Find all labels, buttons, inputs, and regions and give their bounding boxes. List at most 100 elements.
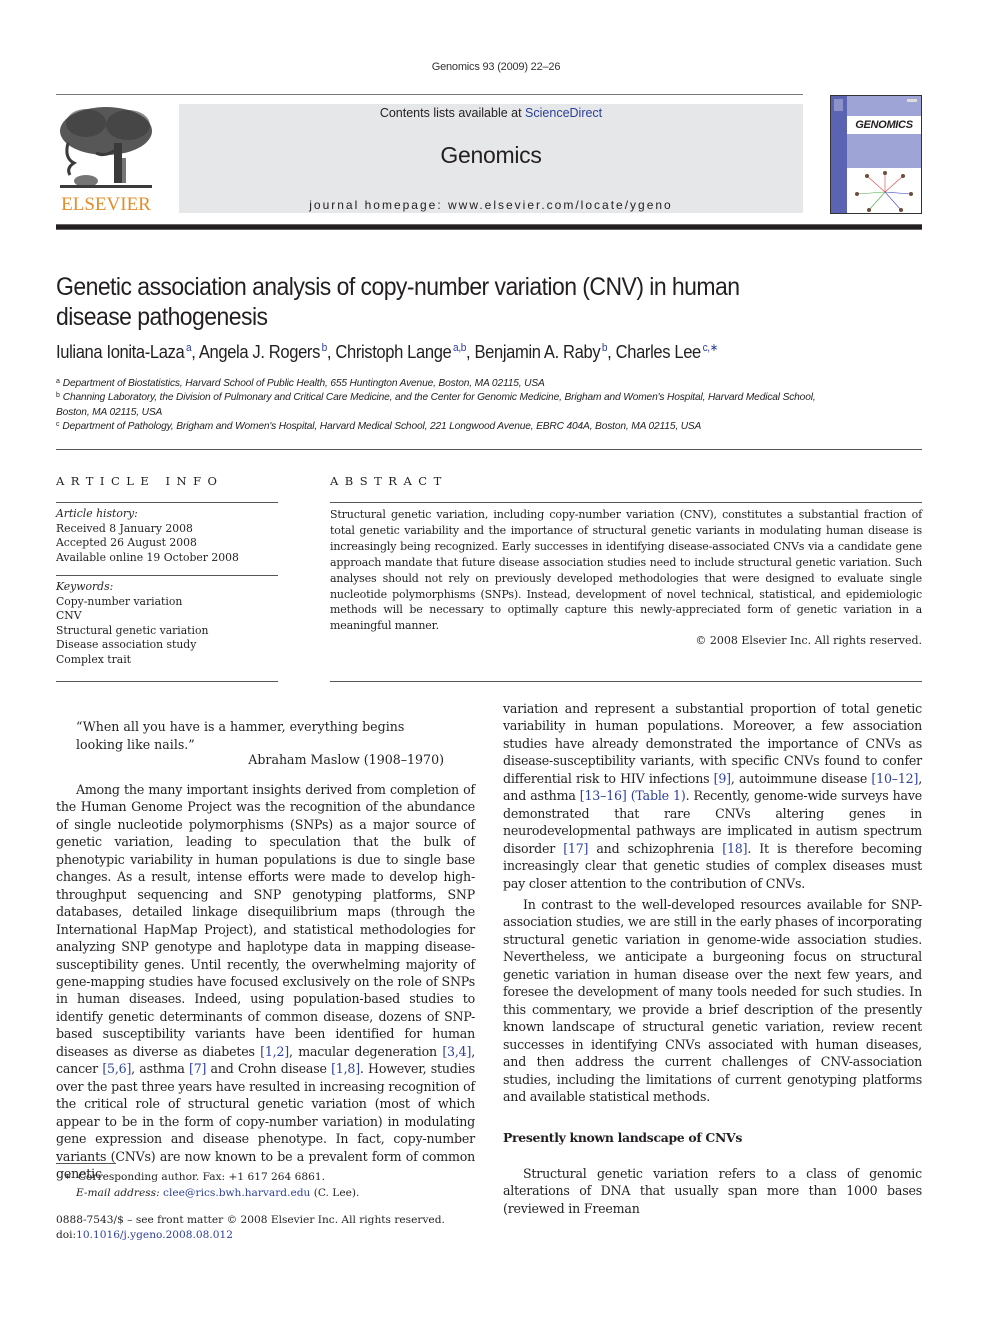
citation-link[interactable]: (Table 1) [631, 788, 686, 803]
epigraph-attribution: Abraham Maslow (1908–1970) [248, 752, 444, 767]
journal-homepage-link[interactable]: journal homepage: www.elsevier.com/locat… [179, 198, 803, 212]
cover-network-image [847, 168, 921, 213]
citation-link[interactable]: [1,2] [260, 1044, 289, 1059]
citation-link[interactable]: [18] [722, 841, 747, 856]
cover-publisher-icon [834, 99, 843, 111]
journal-masthead: Contents lists available at ScienceDirec… [179, 104, 803, 213]
corresponding-author-text: Corresponding author. Fax: +1 617 264 68… [77, 1171, 325, 1183]
elsevier-wordmark: ELSEVIER [61, 194, 151, 215]
title-line: disease pathogenesis [56, 303, 268, 331]
author-name: Christoph Lange [335, 342, 452, 362]
affiliation-text: Department of Pathology, Brigham and Wom… [62, 420, 702, 432]
affiliation: b Channing Laboratory, the Division of Pu… [56, 391, 922, 405]
network-diagram-icon [855, 171, 913, 212]
contents-line: Contents lists available at ScienceDirec… [179, 106, 803, 120]
citation-link[interactable]: [10–12] [871, 771, 918, 786]
header-divider [56, 224, 922, 230]
body-paragraph: Structural genetic variation refers to a… [503, 1166, 922, 1216]
history-received: Received 8 January 2008 [56, 521, 193, 535]
affiliation: c Department of Pathology, Brigham and Wo… [56, 420, 922, 434]
front-matter: 0888-7543/$ – see front matter © 2008 El… [56, 1213, 476, 1243]
affiliation-text: Channing Laboratory, the Division of Pul… [62, 392, 816, 404]
body-paragraph: Among the many important insights derive… [56, 781, 475, 1182]
issn-line: 0888-7543/$ – see front matter © 2008 El… [56, 1214, 445, 1226]
journal-cover-thumbnail[interactable]: GENOMICS [830, 95, 922, 214]
elsevier-tree-icon [60, 107, 152, 188]
citation-link[interactable]: [5,6] [102, 1061, 131, 1076]
paragraph-text: , macular degeneration [289, 1043, 443, 1059]
article-history: Article history: Received 8 January 2008… [56, 507, 278, 565]
author-name: Benjamin A. Raby [474, 342, 601, 362]
citation-link[interactable]: [1,8] [331, 1061, 360, 1076]
cover-issn-mark [907, 99, 917, 102]
affiliations: a Department of Biostatistics, Harvard Sc… [56, 377, 922, 434]
paragraph-text: and Crohn disease [206, 1061, 332, 1077]
sciencedirect-link[interactable]: ScienceDirect [525, 106, 602, 120]
elsevier-logo[interactable]: ELSEVIER [56, 103, 156, 216]
keyword: CNV [56, 609, 82, 622]
citation-link[interactable]: [9] [714, 771, 731, 786]
affiliation-marker[interactable]: a,b [451, 342, 466, 354]
affiliation-text: Boston, MA 02115, USA [56, 406, 163, 418]
history-accepted: Accepted 26 August 2008 [56, 536, 197, 549]
email-suffix: (C. Lee). [310, 1186, 360, 1199]
corresponding-author-footnote: ∗ Corresponding author. Fax: +1 617 264 … [64, 1170, 464, 1201]
paragraph-text: , asthma [131, 1061, 189, 1077]
citation-link[interactable]: [7] [189, 1061, 206, 1076]
section-divider [56, 449, 922, 450]
contents-prefix: Contents lists available at [379, 106, 526, 120]
doi-prefix: doi: [56, 1229, 77, 1241]
citation-link[interactable]: [13–16] [580, 788, 627, 803]
paragraph-text: , autoimmune disease [730, 770, 872, 786]
article-history-label: Article history: [56, 507, 138, 520]
citation-link[interactable]: [3,4] [442, 1044, 471, 1059]
affiliation-key: c [56, 420, 60, 428]
email-link[interactable]: clee@rics.bwh.harvard.edu [163, 1187, 310, 1199]
divider [330, 681, 922, 682]
divider [56, 681, 278, 682]
divider [330, 502, 922, 503]
keyword: Complex trait [56, 652, 132, 666]
affiliation-text: Department of Biostatistics, Harvard Sch… [62, 378, 545, 389]
epigraph-quote: “When all you have is a hammer, everythi… [76, 719, 405, 752]
divider [56, 502, 278, 503]
citation-link[interactable]: [17] [563, 841, 588, 856]
affiliation: a Department of Biostatistics, Harvard Sc… [56, 377, 922, 391]
paragraph-text: Among the many important insights derive… [56, 782, 475, 1059]
abstract-heading: ABSTRACT [330, 474, 448, 488]
keyword: Structural genetic variation [56, 623, 209, 637]
author-name: Angela J. Rogers [198, 342, 321, 362]
top-rule [56, 94, 803, 95]
author-name: Charles Lee [615, 342, 702, 362]
keyword: Disease association study [56, 638, 197, 651]
doi-link[interactable]: 10.1016/j.ygeno.2008.08.012 [76, 1229, 233, 1241]
divider [56, 575, 278, 576]
affiliation-key: b [56, 392, 60, 400]
affiliation-key: a [56, 378, 60, 385]
author-separator: , [326, 342, 336, 362]
author-name: Iuliana Ionita-Laza [56, 342, 185, 362]
author-separator: , [466, 342, 475, 362]
running-head: Genomics 93 (2009) 22–26 [431, 61, 561, 73]
keywords-label: Keywords: [56, 580, 114, 593]
paragraph-text: and schizophrenia [588, 840, 723, 856]
email-label: E-mail address: [76, 1186, 160, 1199]
article-title: Genetic association analysis of copy-num… [56, 272, 856, 332]
paragraph-text: . However, studies over the past three y… [56, 1061, 475, 1181]
affiliation-marker[interactable]: a [184, 342, 192, 354]
keyword: Copy-number variation [56, 594, 183, 608]
affiliation-marker[interactable]: c,∗ [701, 342, 719, 354]
copyright: © 2008 Elsevier Inc. All rights reserved… [695, 634, 922, 647]
journal-name: Genomics [440, 142, 542, 168]
title-line: Genetic association analysis of copy-num… [56, 273, 740, 301]
footnote-marker: ∗ [64, 1171, 72, 1183]
author-list: Iuliana Ionita-Laza a, Angela J. Rogers … [56, 342, 884, 363]
body-paragraph: In contrast to the well-developed resour… [503, 897, 922, 1104]
footnote-divider [56, 1163, 116, 1164]
section-heading: Presently known landscape of CNVs [503, 1130, 742, 1145]
cover-title: GENOMICS [847, 116, 921, 134]
body-paragraph: variation and represent a substantial pr… [503, 700, 922, 892]
history-online: Available online 19 October 2008 [56, 550, 239, 564]
keywords: Keywords: Copy-number variation CNV Stru… [56, 580, 278, 667]
abstract-text: Structural genetic variation, including … [330, 508, 922, 633]
